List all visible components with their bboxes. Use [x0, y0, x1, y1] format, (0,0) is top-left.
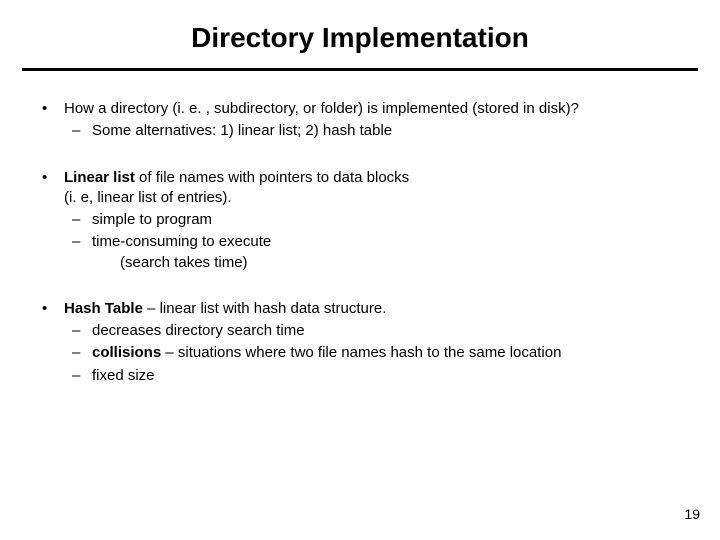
- bullet-1-sub-1: Some alternatives: 1) linear list; 2) ha…: [64, 121, 684, 141]
- bullet-1-sub-1-text: Some alternatives: 1) linear list; 2) ha…: [92, 122, 392, 139]
- bullet-3-sub-1-text: decreases directory search time: [92, 322, 305, 339]
- bullet-3: Hash Table – linear list with hash data …: [36, 299, 684, 386]
- bullet-3-sub-2-rest: – situations where two file names hash t…: [161, 344, 561, 361]
- bullet-1-text: How a directory (i. e. , subdirectory, o…: [64, 100, 579, 117]
- bullet-1-sublist: Some alternatives: 1) linear list; 2) ha…: [64, 121, 684, 141]
- bullet-2-sub-2: time-consuming to execute (search takes …: [64, 232, 684, 273]
- slide: Directory Implementation How a directory…: [0, 0, 720, 540]
- bullet-list: How a directory (i. e. , subdirectory, o…: [36, 99, 684, 386]
- bullet-2-sub-1-text: simple to program: [92, 211, 212, 228]
- slide-title: Directory Implementation: [0, 0, 720, 68]
- bullet-3-lead-rest: – linear list with hash data structure.: [143, 300, 386, 317]
- bullet-3-sub-2: collisions – situations where two file n…: [64, 343, 684, 363]
- bullet-2-sub-1: simple to program: [64, 210, 684, 230]
- page-number: 19: [684, 506, 700, 522]
- bullet-2-line2: (i. e, linear list of entries).: [64, 189, 232, 206]
- bullet-2-lead-bold: Linear list: [64, 169, 135, 186]
- slide-body: How a directory (i. e. , subdirectory, o…: [0, 71, 720, 386]
- bullet-2: Linear list of file names with pointers …: [36, 168, 684, 273]
- bullet-3-sub-1: decreases directory search time: [64, 321, 684, 341]
- bullet-1: How a directory (i. e. , subdirectory, o…: [36, 99, 684, 142]
- bullet-2-sub-2-text: time-consuming to execute: [92, 233, 271, 250]
- bullet-3-sublist: decreases directory search time collisio…: [64, 321, 684, 386]
- bullet-3-sub-3: fixed size: [64, 366, 684, 386]
- bullet-2-sublist: simple to program time-consuming to exec…: [64, 210, 684, 273]
- bullet-2-lead-rest: of file names with pointers to data bloc…: [135, 169, 409, 186]
- bullet-3-sub-2-bold: collisions: [92, 344, 161, 361]
- bullet-2-sub-2-extra: (search takes time): [92, 253, 684, 273]
- bullet-3-sub-3-text: fixed size: [92, 367, 155, 384]
- bullet-3-lead-bold: Hash Table: [64, 300, 143, 317]
